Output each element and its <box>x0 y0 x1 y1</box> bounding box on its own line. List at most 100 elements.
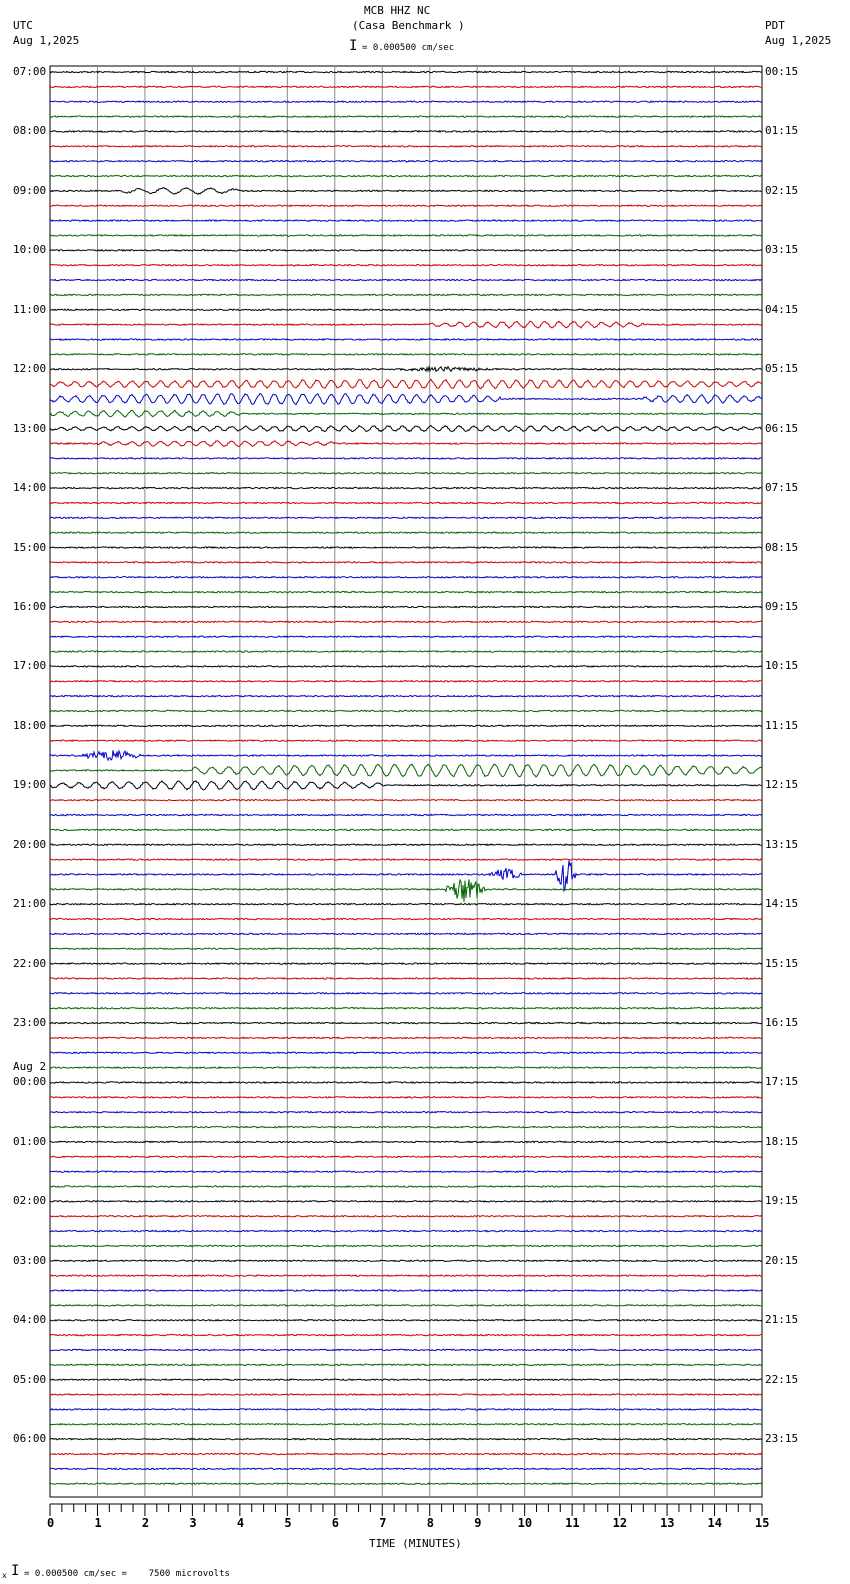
trace-line <box>49 352 763 356</box>
trace-line <box>49 1333 763 1337</box>
trace-line <box>49 1155 763 1159</box>
trace-line <box>49 471 763 475</box>
trace-line <box>49 858 763 862</box>
pdt-hour-label: 09:15 <box>765 599 799 613</box>
trace-line <box>49 1348 763 1352</box>
trace-line <box>49 991 763 995</box>
utc-hour-label: 21:00 <box>13 897 47 911</box>
footer-prefix: x <box>2 1571 7 1580</box>
trace-line <box>49 560 763 564</box>
utc-hour-label: 16:00 <box>13 599 47 613</box>
pdt-hour-label: 16:15 <box>765 1016 799 1030</box>
trace-line <box>49 1110 763 1114</box>
x-tick-label: 14 <box>707 1516 722 1530</box>
utc-hour-label: 18:00 <box>13 718 47 732</box>
trace-line <box>49 1378 763 1382</box>
trace-line <box>49 1229 763 1233</box>
pdt-hour-label: 14:15 <box>765 897 799 911</box>
trace-line <box>49 749 763 762</box>
trace-line <box>49 531 763 535</box>
trace-line <box>49 1407 763 1411</box>
trace-line <box>49 338 763 342</box>
trace-line <box>49 1452 763 1456</box>
trace-line <box>49 1021 763 1025</box>
pdt-hour-label: 01:15 <box>765 124 799 138</box>
utc-hour-label: 12:00 <box>13 362 47 376</box>
pdt-hour-label: 07:15 <box>765 481 799 495</box>
x-tick-label: 5 <box>284 1516 292 1530</box>
pdt-hour-label: 06:15 <box>765 421 799 435</box>
trace-line <box>49 1199 763 1203</box>
trace-line <box>49 635 763 639</box>
trace-line <box>49 378 763 390</box>
trace-line <box>50 575 763 579</box>
trace-line <box>50 100 763 104</box>
trace-line <box>49 144 763 148</box>
utc-hour-label: 07:00 <box>13 65 47 78</box>
pdt-hour-label: 02:15 <box>765 183 799 197</box>
trace-line <box>49 709 763 713</box>
x-tick-label: 9 <box>474 1516 482 1530</box>
pdt-hour-label: 15:15 <box>765 956 799 970</box>
trace-line <box>49 1006 763 1010</box>
x-tick-label: 1 <box>94 1516 102 1530</box>
utc-hour-label: 13:00 <box>13 421 47 435</box>
trace-line <box>49 917 763 921</box>
utc-hour-label: 02:00 <box>13 1194 47 1208</box>
trace-line <box>49 248 763 252</box>
trace-line <box>49 620 763 624</box>
trace-line <box>49 798 763 802</box>
x-tick-label: 15 <box>755 1516 770 1530</box>
footer-scale-text: = 0.000500 cm/sec = 7500 microvolts <box>24 1569 230 1579</box>
trace-line <box>49 1140 763 1144</box>
trace-line <box>49 780 763 791</box>
utc-hour-label: 00:00 <box>13 1075 47 1089</box>
pdt-hour-label: 23:15 <box>765 1432 799 1446</box>
pdt-hour-label: 05:15 <box>765 362 799 376</box>
trace-line <box>49 1125 763 1129</box>
utc-hour-label: 10:00 <box>13 243 47 257</box>
x-tick-label: 8 <box>426 1516 434 1530</box>
pdt-hour-label: 03:15 <box>765 243 799 257</box>
trace-line <box>49 739 763 743</box>
trace-line <box>49 187 762 195</box>
x-tick-label: 0 <box>47 1516 55 1530</box>
trace-line <box>49 1437 763 1441</box>
date-change-label: Aug 2 <box>13 1060 47 1074</box>
utc-hour-label: 04:00 <box>13 1313 47 1327</box>
trace-line <box>49 605 763 609</box>
utc-hour-label: 14:00 <box>13 481 47 495</box>
utc-hour-label: 17:00 <box>13 659 47 673</box>
trace-line <box>49 1467 763 1471</box>
pdt-hour-label: 11:15 <box>765 718 799 732</box>
utc-hour-label: 06:00 <box>13 1432 47 1446</box>
trace-line <box>49 1036 763 1040</box>
pdt-hour-label: 12:15 <box>765 778 799 792</box>
pdt-hour-label: 19:15 <box>765 1194 799 1208</box>
trace-line <box>49 650 763 654</box>
trace-line <box>49 365 763 373</box>
trace-line <box>49 115 763 119</box>
utc-hour-label: 11:00 <box>13 302 47 316</box>
x-tick-label: 7 <box>379 1516 387 1530</box>
trace-line <box>49 159 763 163</box>
trace-line <box>49 440 763 448</box>
x-tick-label: 12 <box>612 1516 628 1530</box>
trace-line <box>49 129 762 133</box>
trace-line <box>49 902 763 906</box>
trace-line <box>49 1363 763 1367</box>
trace-line <box>49 1170 763 1174</box>
x-tick-label: 4 <box>236 1516 245 1530</box>
trace-line <box>49 860 763 893</box>
utc-hour-label: 01:00 <box>13 1134 47 1148</box>
trace-line <box>49 174 763 178</box>
seismogram-plot <box>49 65 763 1516</box>
trace-line <box>49 1289 763 1292</box>
x-tick-label: 13 <box>660 1516 675 1530</box>
utc-hour-label: 22:00 <box>13 956 47 970</box>
trace-line <box>49 1244 763 1248</box>
pdt-hour-label: 04:15 <box>765 302 799 316</box>
utc-hour-label: 15:00 <box>13 540 47 554</box>
trace-line <box>49 293 763 297</box>
trace-line <box>49 813 763 817</box>
